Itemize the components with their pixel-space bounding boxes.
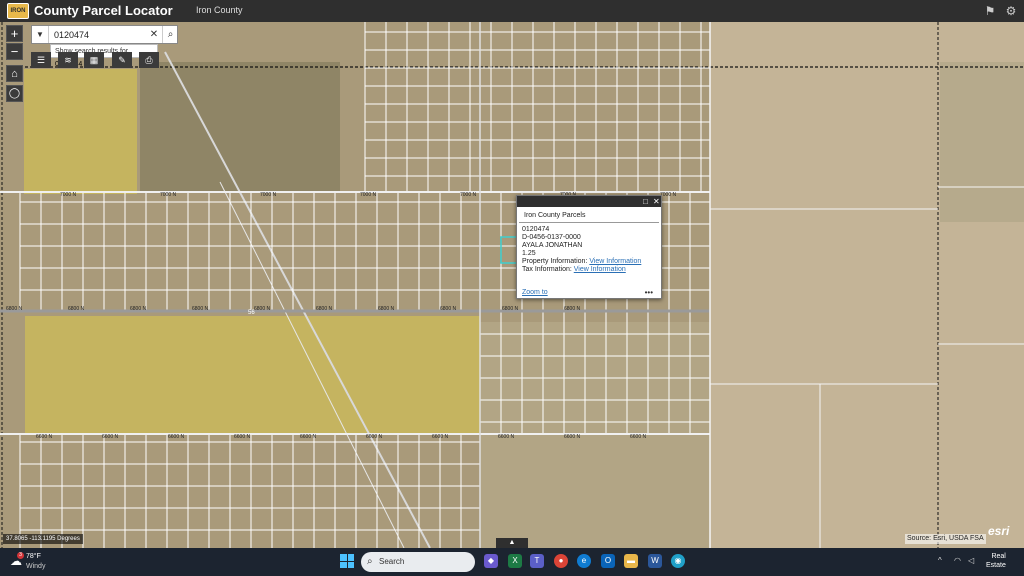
print-icon[interactable]: ⎙ [139,52,159,68]
property-info-link[interactable]: View Information [589,258,641,265]
excel-icon[interactable]: X [508,554,522,568]
dropdown-icon[interactable]: ▼ [32,26,49,43]
start-icon[interactable] [340,554,354,568]
search-widget: ▼ ✕ ⌕ [31,25,178,44]
chrome-icon[interactable]: ● [554,554,568,568]
popup-titlebar: □ ✕ [517,196,661,207]
weather-temp: 78°F [26,553,41,560]
zoom-in-button[interactable]: + [6,25,23,42]
route-label: 56 [248,310,255,316]
wifi-icon[interactable]: ◠ [954,556,961,565]
road-label-south: 6600 N [102,434,119,440]
app-title: County Parcel Locator [34,3,173,18]
road-label-south: 6600 N [498,434,515,440]
draw-icon[interactable]: ✎ [112,52,132,68]
road-label-north: 7000 N [460,192,477,198]
map-canvas[interactable]: 7000 N7000 N7000 N7000 N7000 N7000 N7000… [0,22,1024,548]
road-label-north: 7000 N [60,192,77,198]
taskbar-search[interactable]: Search [361,552,475,572]
search-input[interactable] [50,26,146,43]
locate-button[interactable]: ◯ [6,85,23,102]
road-label-mid: 6800 N [316,306,333,312]
road-label-mid: 6800 N [564,306,581,312]
copilot-icon[interactable]: ◆ [484,554,498,568]
property-info-row: Property Information: View Information [522,258,656,266]
clock-line-1: Real [991,553,1006,560]
road-label-mid: 6800 N [440,306,457,312]
close-icon[interactable]: ✕ [653,196,660,207]
coordinate-readout: 37.8065 -113.1195 Degrees [3,534,83,544]
teams-icon[interactable]: T [530,554,544,568]
parcel-id: 0120474 [522,226,550,233]
tax-info-link[interactable]: View Information [574,266,626,273]
edge-icon[interactable]: e [577,554,591,568]
file-explorer-icon[interactable]: ▬ [624,554,638,568]
road-label-south: 6600 N [564,434,581,440]
maximize-icon[interactable]: □ [643,196,648,207]
chevron-up-icon[interactable]: ^ [938,556,942,565]
clear-icon[interactable]: ✕ [148,26,160,43]
road-label-south: 6600 N [366,434,383,440]
list-icon[interactable]: ☰ [31,52,51,68]
road-label-mid: 6800 N [378,306,395,312]
volume-icon[interactable]: ◁ [968,556,974,565]
app-subtitle: Iron County [196,5,243,15]
tax-info-row: Tax Information: View Information [522,266,656,274]
weather-badge: 3 [17,552,24,559]
expand-panel-button[interactable]: ▲ [496,538,528,548]
clock[interactable]: Real Estate [986,552,1006,570]
county-logo[interactable]: IRON [7,3,29,19]
map-attribution: Source: Esri, USDA FSA [905,534,986,544]
zoom-out-button[interactable]: − [6,43,23,60]
road-label-north: 7000 N [360,192,377,198]
road-label-mid: 6800 N [68,306,85,312]
road-label-south: 6600 N [234,434,251,440]
road-label-mid: 6800 N [254,306,271,312]
zoom-to-link[interactable]: Zoom to [522,289,548,296]
road-label-mid: 6800 N [502,306,519,312]
basemap-icon[interactable]: ▦ [84,52,104,68]
road-label-south: 6600 N [432,434,449,440]
esri-logo: esri [988,524,1010,538]
road-label-mid: 6800 N [130,306,147,312]
home-button[interactable]: ⌂ [6,65,23,82]
outlook-icon[interactable]: O [601,554,615,568]
globe-icon[interactable]: ◉ [671,554,685,568]
road-label-mid: 6800 N [192,306,209,312]
bookmark-icon[interactable]: ⚑ [982,3,998,19]
road-label-south: 6600 N [630,434,647,440]
layers-icon[interactable]: ≋ [58,52,78,68]
clock-line-2: Estate [986,562,1006,569]
account-number: D-0456-0137-0000 [522,234,581,241]
more-icon[interactable]: ••• [645,288,653,297]
weather-condition: Windy [26,563,46,570]
road-label-mid: 6800 N [6,306,23,312]
road-label-north: 7000 N [660,192,677,198]
road-label-south: 6600 N [168,434,185,440]
acreage: 1.25 [522,250,536,257]
search-icon[interactable]: ⌕ [162,26,178,43]
road-label-north: 7000 N [160,192,177,198]
app-header: IRON County Parcel Locator Iron County ⚑… [0,0,1024,22]
owner-name: AYALA JONATHAN [522,242,583,249]
popup-body: 0120474 D-0456-0137-0000 AYALA JONATHAN … [517,223,661,277]
road-label-south: 6600 N [36,434,53,440]
settings-icon[interactable]: ⚙ [1003,3,1019,19]
logo-text: IRON [10,8,26,14]
map-view[interactable]: 7000 N7000 N7000 N7000 N7000 N7000 N7000… [0,22,1024,548]
road-label-south: 6600 N [300,434,317,440]
taskbar: ☁ 3 78°F Windy Search ◆ X T ● e O ▬ W ◉ … [0,548,1024,576]
property-info-label: Property Information: [522,258,590,265]
road-label-north: 7000 N [260,192,277,198]
word-icon[interactable]: W [648,554,662,568]
parcel-popup: □ ✕ Iron County Parcels 0120474 D-0456-0… [516,195,662,299]
tax-info-label: Tax Information: [522,266,574,273]
popup-title: Iron County Parcels [519,207,659,223]
